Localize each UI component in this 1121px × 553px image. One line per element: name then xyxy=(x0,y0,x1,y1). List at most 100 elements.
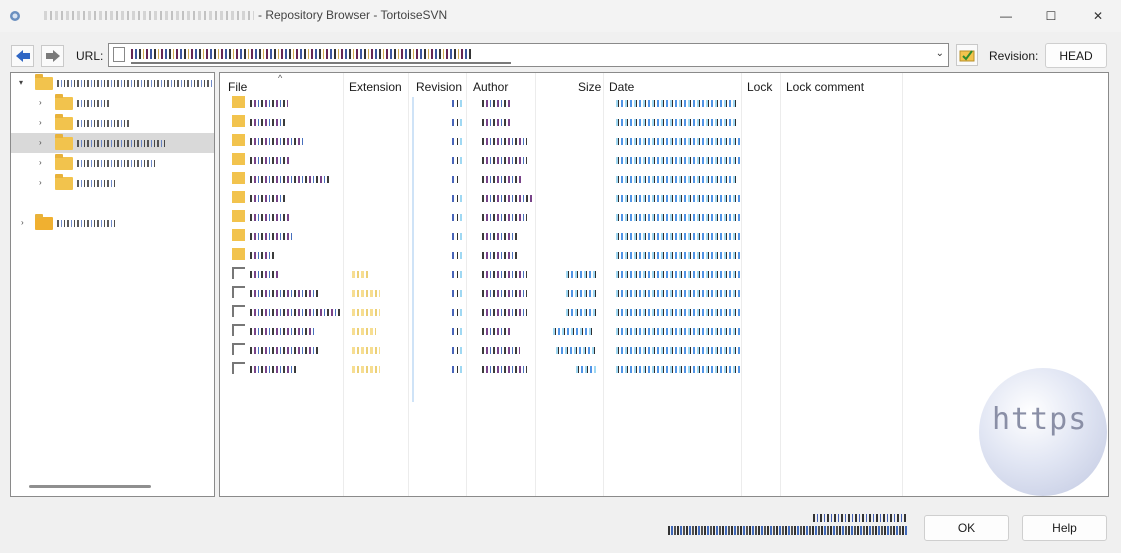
help-button[interactable]: Help xyxy=(1022,515,1107,541)
date-value xyxy=(616,195,741,202)
list-item[interactable] xyxy=(220,207,902,226)
date-value xyxy=(616,119,736,126)
status-text-line-1 xyxy=(813,514,908,522)
file-name xyxy=(250,214,290,221)
author-value xyxy=(482,119,512,126)
revision-value xyxy=(452,347,462,354)
date-value xyxy=(616,290,741,297)
chevron-down-icon[interactable]: ⌄ xyxy=(936,48,944,59)
horizontal-scrollbar[interactable] xyxy=(29,485,151,488)
date-value xyxy=(616,138,741,145)
repository-tree[interactable]: ▾ › › › › › › xyxy=(10,72,215,497)
folder-icon xyxy=(232,115,245,127)
tree-item-label xyxy=(77,140,165,147)
size-value xyxy=(556,347,596,354)
chevron-right-icon[interactable]: › xyxy=(39,118,42,127)
author-value xyxy=(482,157,527,164)
list-item[interactable] xyxy=(220,321,902,340)
date-value xyxy=(616,100,736,107)
tree-item[interactable]: › xyxy=(11,153,214,173)
list-item[interactable] xyxy=(220,302,902,321)
tree-item-selected[interactable]: › xyxy=(11,133,214,153)
author-value xyxy=(482,366,527,373)
chevron-right-icon[interactable]: › xyxy=(21,218,24,227)
revision-value xyxy=(452,309,462,316)
revision-value xyxy=(452,157,462,164)
author-value xyxy=(482,176,522,183)
maximize-button[interactable]: ☐ xyxy=(1028,0,1074,32)
forward-button[interactable] xyxy=(41,45,64,67)
list-item[interactable] xyxy=(220,245,902,264)
url-combobox[interactable]: ⌄ xyxy=(108,43,949,67)
chevron-right-icon[interactable]: › xyxy=(39,138,42,147)
file-list[interactable]: ^ File Extension Revision Author Size Da… xyxy=(219,72,1109,497)
file-name xyxy=(250,176,330,183)
file-name xyxy=(250,119,285,126)
close-button[interactable]: ✕ xyxy=(1075,0,1121,32)
date-value xyxy=(616,347,741,354)
extension-value xyxy=(352,309,380,316)
revision-picker-button[interactable] xyxy=(956,44,978,66)
extension-value xyxy=(352,290,380,297)
list-item[interactable] xyxy=(220,359,902,378)
tree-item[interactable]: › xyxy=(11,113,214,133)
tortoisesvn-icon xyxy=(10,11,20,21)
folder-icon xyxy=(232,96,245,108)
revision-value xyxy=(452,328,462,335)
file-icon xyxy=(113,47,125,62)
tree-item-label xyxy=(57,80,212,87)
folder-icon xyxy=(55,134,73,150)
revision-value xyxy=(452,195,462,202)
folder-icon xyxy=(55,154,73,170)
tree-item[interactable]: › xyxy=(11,173,214,193)
list-item[interactable] xyxy=(220,340,902,359)
tree-item-root[interactable]: ▾ xyxy=(11,73,214,93)
tree-item-root[interactable]: › xyxy=(11,213,214,233)
file-name xyxy=(250,271,280,278)
author-value xyxy=(482,214,527,221)
tree-item-label xyxy=(77,120,129,127)
list-item[interactable] xyxy=(220,283,902,302)
author-value xyxy=(482,290,527,297)
author-value xyxy=(482,309,527,316)
url-underline xyxy=(131,62,511,64)
extension-value xyxy=(352,347,380,354)
list-item[interactable] xyxy=(220,226,902,245)
size-value xyxy=(566,290,596,297)
folder-icon xyxy=(232,172,245,184)
tree-item[interactable]: › xyxy=(11,93,214,113)
extension-value xyxy=(352,366,380,373)
list-item[interactable] xyxy=(220,169,902,188)
file-icon xyxy=(232,324,245,336)
folder-icon xyxy=(232,229,245,241)
folder-icon xyxy=(232,210,245,222)
list-item[interactable] xyxy=(220,188,902,207)
revision-value xyxy=(452,233,462,240)
column-divider xyxy=(902,73,903,496)
back-button[interactable] xyxy=(11,45,34,67)
list-item[interactable] xyxy=(220,93,902,112)
author-value xyxy=(482,328,512,335)
list-item[interactable] xyxy=(220,264,902,283)
tree-item-label xyxy=(77,180,117,187)
list-item[interactable] xyxy=(220,150,902,169)
list-item[interactable] xyxy=(220,112,902,131)
revision-label: Revision: xyxy=(989,49,1039,63)
minimize-button[interactable]: — xyxy=(983,0,1029,32)
chevron-down-icon[interactable]: ▾ xyxy=(19,78,23,87)
author-value xyxy=(482,233,517,240)
chevron-right-icon[interactable]: › xyxy=(39,98,42,107)
chevron-right-icon[interactable]: › xyxy=(39,178,42,187)
window-title: - Repository Browser - TortoiseSVN xyxy=(44,8,447,22)
chevron-right-icon[interactable]: › xyxy=(39,158,42,167)
tree-item-label xyxy=(77,160,155,167)
author-value xyxy=(482,271,527,278)
revision-head-button[interactable]: HEAD xyxy=(1045,43,1107,68)
column-resize-indicator xyxy=(412,97,414,402)
ok-button[interactable]: OK xyxy=(924,515,1009,541)
folder-icon xyxy=(232,153,245,165)
revision-value xyxy=(452,119,462,126)
file-icon xyxy=(232,267,245,279)
list-item[interactable] xyxy=(220,131,902,150)
folder-icon xyxy=(55,94,73,110)
